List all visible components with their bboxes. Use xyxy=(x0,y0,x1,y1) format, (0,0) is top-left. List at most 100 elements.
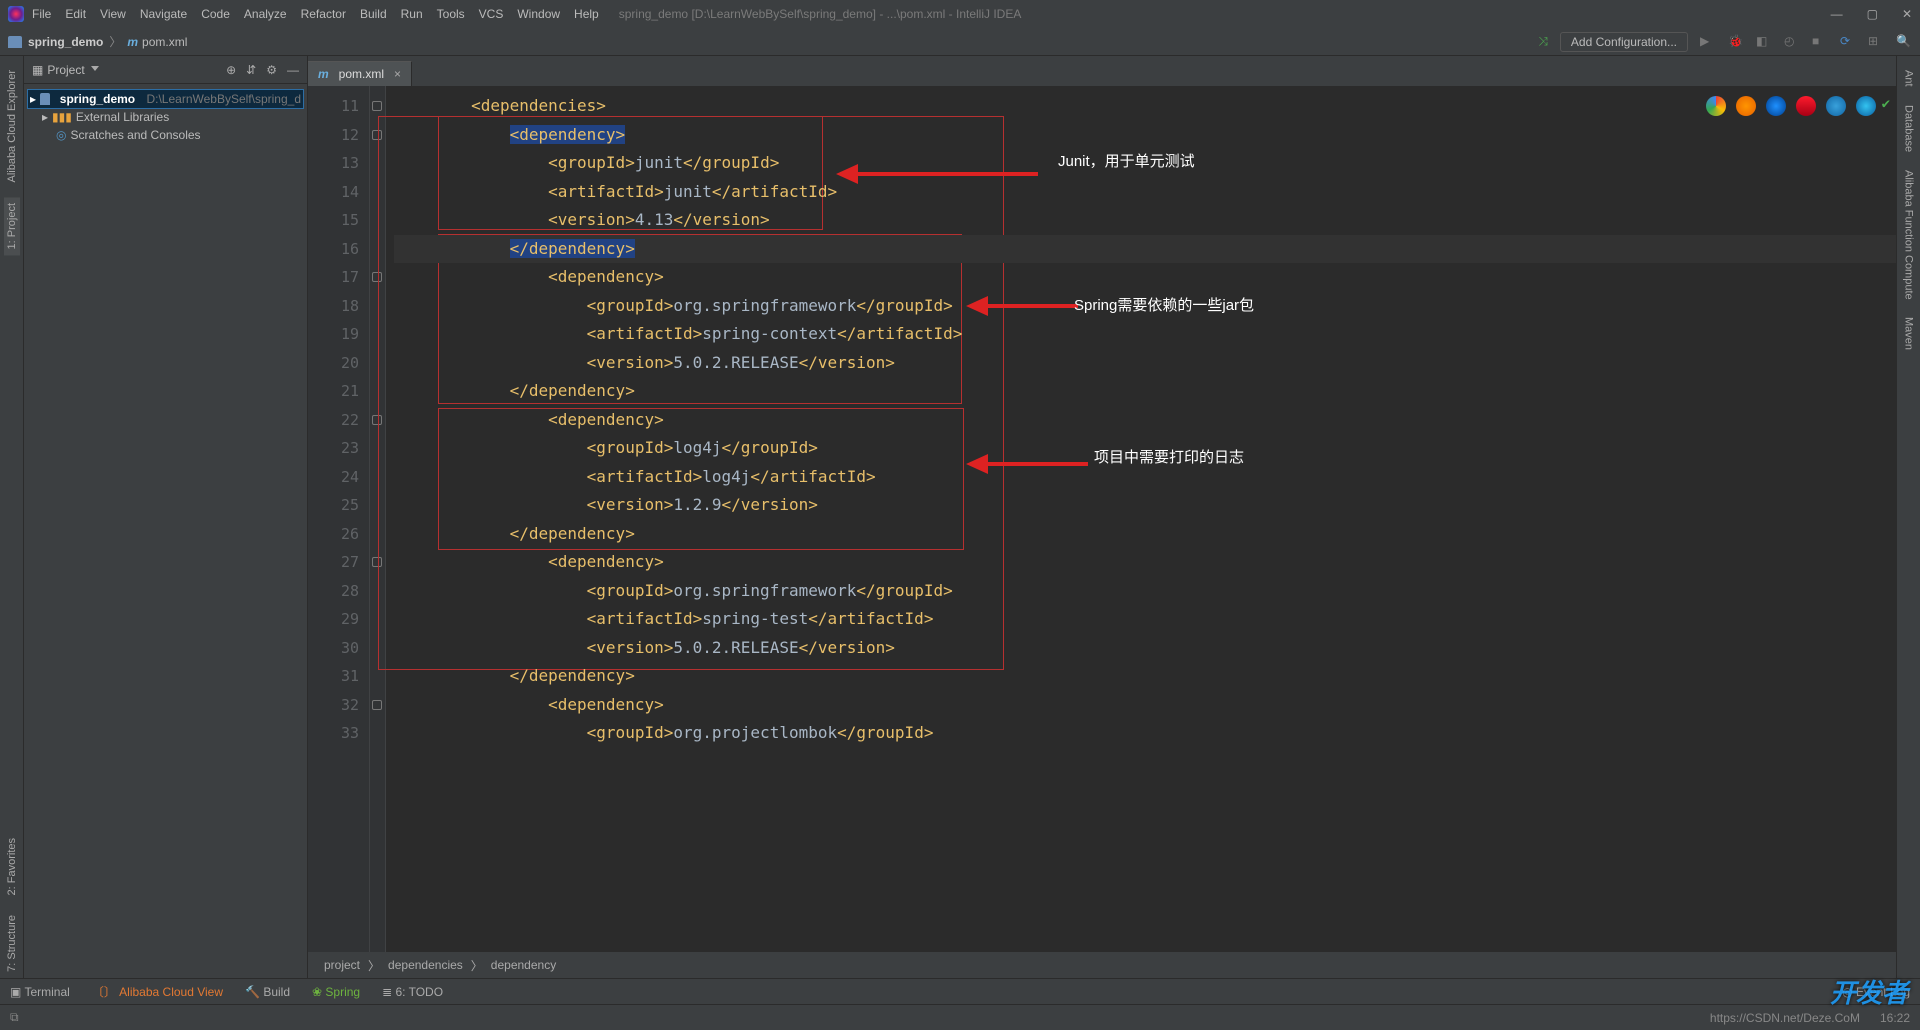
breadcrumb-item[interactable]: dependencies xyxy=(388,958,463,972)
minimize-icon[interactable]: — xyxy=(1831,7,1843,21)
update-icon[interactable]: ⟳ xyxy=(1840,34,1856,50)
close-tab-icon[interactable]: × xyxy=(394,67,401,81)
coverage-icon[interactable]: ◧ xyxy=(1756,34,1772,50)
menu-analyze[interactable]: Analyze xyxy=(244,7,287,21)
close-window-icon[interactable]: ✕ xyxy=(1902,7,1912,21)
editor-tabs: m pom.xml × xyxy=(308,56,1896,86)
project-view-dropdown[interactable]: ▦ Project xyxy=(32,63,99,77)
tab-pom-xml[interactable]: m pom.xml × xyxy=(308,61,412,86)
breadcrumb-item[interactable]: project xyxy=(324,958,360,972)
fold-toggle-icon[interactable] xyxy=(372,415,382,425)
code-line[interactable]: <dependency> xyxy=(394,121,1896,150)
build-hammer-icon[interactable]: ⤨ xyxy=(1538,34,1548,49)
code-line[interactable]: <version>4.13</version> xyxy=(394,206,1896,235)
nav-file[interactable]: pom.xml xyxy=(142,35,187,49)
menu-code[interactable]: Code xyxy=(201,7,230,21)
fold-toggle-icon[interactable] xyxy=(372,101,382,111)
profile-icon[interactable]: ◴ xyxy=(1784,34,1800,50)
fold-toggle-icon[interactable] xyxy=(372,272,382,282)
code-line[interactable]: <version>1.2.9</version> xyxy=(394,491,1896,520)
fold-toggle-icon[interactable] xyxy=(372,557,382,567)
tab-maven[interactable]: Maven xyxy=(1901,311,1917,356)
settings-gear-icon[interactable]: ⚙ xyxy=(266,63,277,77)
tab-project[interactable]: 1: Project xyxy=(4,197,20,255)
tool-spring[interactable]: ❀ Spring xyxy=(312,985,360,999)
fold-toggle-icon[interactable] xyxy=(372,130,382,140)
add-configuration-button[interactable]: Add Configuration... xyxy=(1560,32,1688,52)
fold-toggle-icon[interactable] xyxy=(372,700,382,710)
code-line[interactable]: </dependency> xyxy=(394,662,1896,691)
code-editor[interactable]: 1112131415161718192021222324252627282930… xyxy=(308,86,1896,952)
hide-icon[interactable]: — xyxy=(287,63,299,77)
main-menu: File Edit View Navigate Code Analyze Ref… xyxy=(32,7,599,21)
tab-alibaba-fc[interactable]: Alibaba Function Compute xyxy=(1901,164,1917,306)
menu-run[interactable]: Run xyxy=(401,7,423,21)
menu-refactor[interactable]: Refactor xyxy=(301,7,346,21)
tab-favorites[interactable]: 2: Favorites xyxy=(4,832,20,901)
code-line[interactable]: </dependency> xyxy=(394,377,1896,406)
search-icon[interactable]: 🔍 xyxy=(1896,34,1912,50)
project-tree[interactable]: ▸ spring_demo D:\LearnWebBySelf\spring_d… xyxy=(24,84,307,150)
locate-icon[interactable]: ⊕ xyxy=(226,63,236,77)
code-line[interactable]: <version>5.0.2.RELEASE</version> xyxy=(394,634,1896,663)
tool-todo[interactable]: ≣ 6: TODO xyxy=(382,985,443,999)
line-number-gutter: 1112131415161718192021222324252627282930… xyxy=(308,86,370,952)
tab-alibaba-cloud-explorer[interactable]: Alibaba Cloud Explorer xyxy=(4,64,20,189)
code-line[interactable]: <artifactId>spring-context</artifactId> xyxy=(394,320,1896,349)
fold-column[interactable] xyxy=(370,86,386,952)
main-layout: Alibaba Cloud Explorer 1: Project 2: Fav… xyxy=(0,56,1920,978)
status-caret-position: 16:22 xyxy=(1880,1011,1910,1025)
right-tool-strip: Ant Database Alibaba Function Compute Ma… xyxy=(1896,56,1920,978)
code-line[interactable]: <groupId>log4j</groupId> xyxy=(394,434,1896,463)
tool-terminal[interactable]: ▣ Terminal xyxy=(10,985,70,999)
code-line[interactable]: <artifactId>spring-test</artifactId> xyxy=(394,605,1896,634)
code-line[interactable]: <groupId>org.springframework</groupId> xyxy=(394,292,1896,321)
expand-arrow-icon[interactable]: ▸ xyxy=(30,92,36,106)
code-line[interactable]: <artifactId>log4j</artifactId> xyxy=(394,463,1896,492)
tab-ant[interactable]: Ant xyxy=(1901,64,1917,93)
library-icon: ▮▮▮ xyxy=(52,110,72,124)
menu-file[interactable]: File xyxy=(32,7,51,21)
code-line[interactable]: <groupId>org.projectlombok</groupId> xyxy=(394,719,1896,748)
tool-build[interactable]: 🔨 Build xyxy=(245,985,290,999)
code-line[interactable]: <artifactId>junit</artifactId> xyxy=(394,178,1896,207)
code-line[interactable]: <version>5.0.2.RELEASE</version> xyxy=(394,349,1896,378)
tool-cloud-view[interactable]: 〔〕 Alibaba Cloud View xyxy=(92,983,223,1000)
debug-icon[interactable]: 🐞 xyxy=(1728,34,1744,50)
tab-structure[interactable]: 7: Structure xyxy=(4,909,20,978)
editor-area: m pom.xml × 1112131415161718192021222324… xyxy=(308,56,1896,978)
run-icon[interactable]: ▶ xyxy=(1700,34,1716,50)
title-bar: File Edit View Navigate Code Analyze Ref… xyxy=(0,0,1920,28)
stop-icon[interactable]: ■ xyxy=(1812,34,1828,50)
menu-tools[interactable]: Tools xyxy=(437,7,465,21)
structure-icon[interactable]: ⊞ xyxy=(1868,34,1884,50)
code-line[interactable]: <dependency> xyxy=(394,691,1896,720)
expand-icon[interactable]: ⇵ xyxy=(246,63,256,77)
code-line[interactable]: <dependency> xyxy=(394,406,1896,435)
menu-vcs[interactable]: VCS xyxy=(479,7,504,21)
tree-root[interactable]: ▸ spring_demo D:\LearnWebBySelf\spring_d xyxy=(28,90,303,108)
code-line[interactable]: <dependency> xyxy=(394,548,1896,577)
code-line[interactable]: </dependency> xyxy=(394,235,1896,264)
tab-database[interactable]: Database xyxy=(1901,99,1917,158)
code-content[interactable]: ✔ Junit，用于单元测试 xyxy=(386,86,1896,952)
code-line[interactable]: <groupId>junit</groupId> xyxy=(394,149,1896,178)
code-line[interactable]: </dependency> xyxy=(394,520,1896,549)
project-tool-window: ▦ Project ⊕ ⇵ ⚙ — ▸ spring_demo D:\Learn… xyxy=(24,56,308,978)
menu-edit[interactable]: Edit xyxy=(65,7,86,21)
code-line[interactable]: <dependency> xyxy=(394,263,1896,292)
menu-window[interactable]: Window xyxy=(517,7,560,21)
code-line[interactable]: <dependencies> xyxy=(394,92,1896,121)
nav-project[interactable]: spring_demo xyxy=(28,35,103,49)
breadcrumb-item[interactable]: dependency xyxy=(491,958,556,972)
status-window-icon[interactable]: ⧉ xyxy=(10,1010,19,1025)
expand-arrow-icon[interactable]: ▸ xyxy=(42,110,48,124)
menu-navigate[interactable]: Navigate xyxy=(140,7,187,21)
menu-help[interactable]: Help xyxy=(574,7,599,21)
tree-scratches[interactable]: ◎ Scratches and Consoles xyxy=(28,126,303,144)
menu-view[interactable]: View xyxy=(100,7,126,21)
tree-external-libs[interactable]: ▸ ▮▮▮ External Libraries xyxy=(28,108,303,126)
menu-build[interactable]: Build xyxy=(360,7,387,21)
code-line[interactable]: <groupId>org.springframework</groupId> xyxy=(394,577,1896,606)
maximize-icon[interactable]: ▢ xyxy=(1867,7,1878,21)
